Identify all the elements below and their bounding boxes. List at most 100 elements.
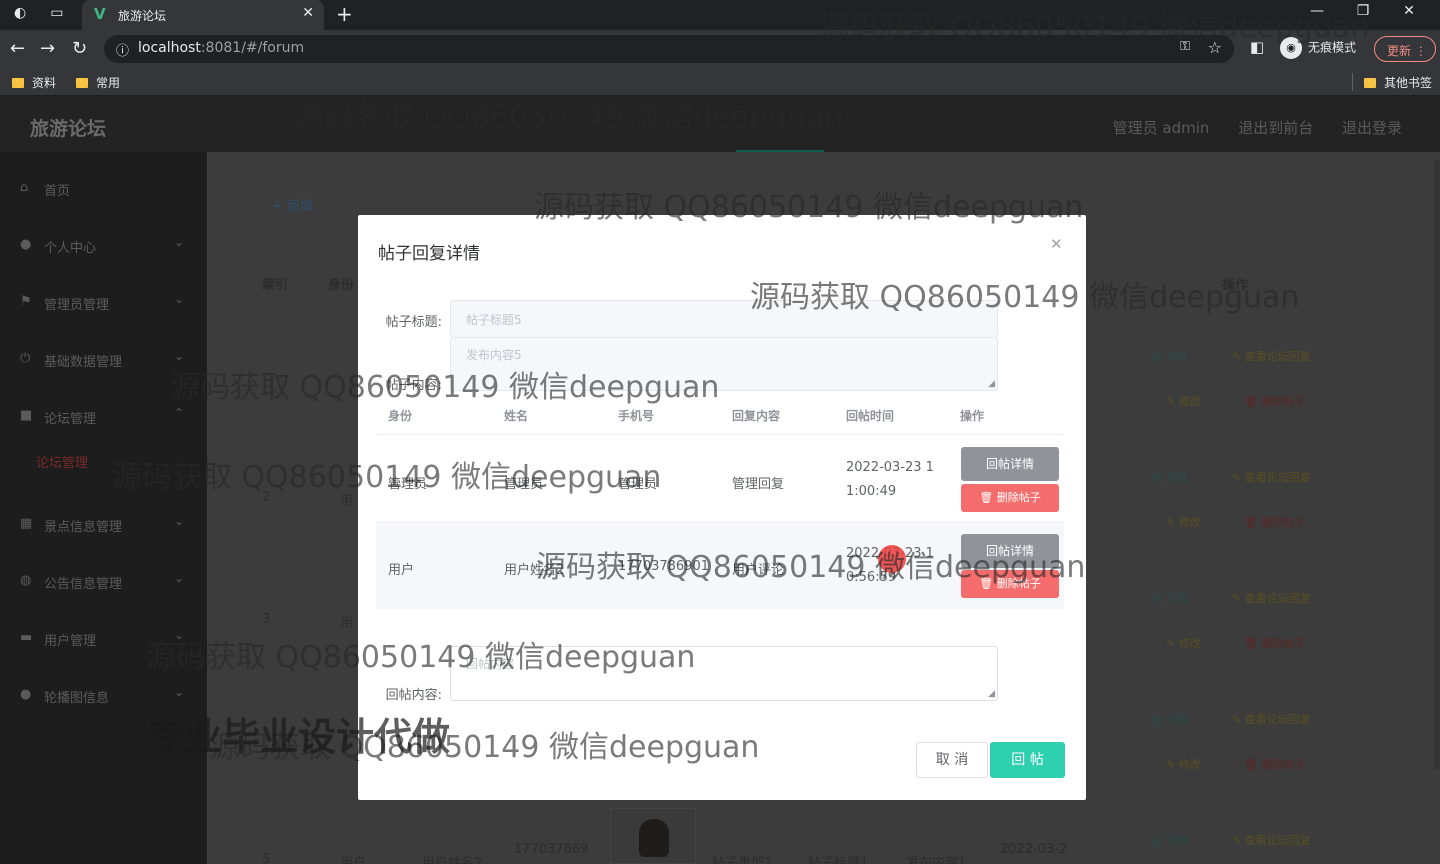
new-tab-icon[interactable]: +: [336, 2, 353, 26]
side-panel-icon[interactable]: ◧: [1250, 38, 1264, 56]
detail-button[interactable]: ▤ 详情: [1152, 590, 1188, 606]
delete-reply-button[interactable]: 🗑 删除帖子: [961, 484, 1059, 512]
column-header-role: 身份: [328, 278, 355, 293]
action-label: 修改: [1178, 758, 1201, 771]
delete-post-button[interactable]: 🗑 删除帖子: [1244, 393, 1305, 409]
update-button[interactable]: 更新 ⋮: [1374, 36, 1436, 62]
flag-icon: ⚑: [20, 294, 32, 309]
detail-button[interactable]: ▤ 详情: [1152, 832, 1188, 848]
table-cell-role: 用户: [340, 856, 367, 864]
page-scrollbar[interactable]: [1434, 160, 1440, 770]
bookmark-star-icon[interactable]: ☆: [1208, 38, 1222, 57]
submit-reply-button[interactable]: 回 帖: [990, 742, 1065, 778]
logout-link[interactable]: 退出登录: [1342, 119, 1402, 137]
action-label: 查看论坛回复: [1244, 834, 1311, 847]
browser-left-icons: ◐ ▭: [14, 5, 87, 21]
home-icon: ⌂: [20, 180, 29, 195]
action-label: 查看论坛回复: [1244, 713, 1311, 726]
action-label: 修改: [1178, 395, 1201, 408]
bookmark-folder[interactable]: 资料: [12, 74, 56, 91]
url-field[interactable]: ⓘ localhost:8081/#/forum ⚿ ☆: [104, 35, 1234, 63]
resize-grip-icon[interactable]: ◢: [988, 689, 995, 699]
delete-reply-button[interactable]: 🗑 删除帖子: [961, 570, 1059, 598]
resize-grip-icon[interactable]: ◢: [988, 379, 995, 389]
other-bookmarks[interactable]: 其他书签: [1364, 74, 1432, 91]
column-header-role: 身份: [388, 409, 413, 423]
table-cell-phone: 177037869: [514, 842, 589, 857]
view-reply-button[interactable]: ✎ 查看论坛回复: [1232, 711, 1311, 727]
back-to-frontend-link[interactable]: 退出到前台: [1238, 119, 1313, 137]
reply-cell-time: 2022-03-23 1: [846, 460, 934, 475]
delete-post-button[interactable]: 🗑 删除帖子: [1244, 756, 1305, 772]
post-title-field[interactable]: 帖子标题5: [450, 300, 998, 338]
table-cell-title: 帖子标题1: [808, 856, 869, 864]
edit-button[interactable]: ✎ 修改: [1166, 393, 1201, 409]
reply-content-textarea[interactable]: 回帖内容 ◢: [450, 646, 998, 701]
sidebar-item-attractions[interactable]: ▦ 景点信息管理 ⌄: [0, 506, 207, 546]
table-cell-index: 2: [262, 490, 271, 505]
view-reply-button[interactable]: ✎ 查看论坛回复: [1232, 832, 1311, 848]
table-cell-role: 用: [340, 494, 354, 509]
reply-cell-phone: 管理员: [618, 477, 658, 492]
reply-cell-role: 管理员: [388, 477, 428, 492]
close-window-icon[interactable]: ✕: [1386, 3, 1432, 19]
reply-cell-time-cont: 1:00:49: [846, 484, 897, 499]
sidebar-item-label: 基础数据管理: [44, 355, 123, 370]
sidebar-item-carousel[interactable]: ● 轮播图信息 ⌄: [0, 677, 207, 717]
column-header-name: 姓名: [504, 409, 529, 423]
delete-post-button[interactable]: 🗑 删除帖子: [1244, 514, 1305, 530]
column-header-actions: 操作: [960, 409, 985, 423]
tab-list-icon[interactable]: ▭: [50, 5, 63, 21]
sidebar-subitem-forum-active[interactable]: 论坛管理: [36, 452, 88, 471]
sidebar-item-notices[interactable]: ◍ 公告信息管理 ⌄: [0, 563, 207, 603]
minimize-icon[interactable]: —: [1294, 3, 1340, 19]
tab-close-icon[interactable]: ✕: [302, 5, 314, 21]
browser-tab[interactable]: V 旅游论坛 ✕: [82, 0, 324, 30]
reply-detail-button[interactable]: 回帖详情: [961, 447, 1059, 481]
sidebar-item-home[interactable]: ⌂ 首页: [0, 170, 207, 210]
reload-icon[interactable]: ↻: [72, 38, 87, 59]
cancel-button[interactable]: 取 消: [916, 742, 988, 778]
sidebar-item-forum[interactable]: ■ 论坛管理 ⌃: [0, 398, 207, 438]
table-cell-type: 帖子类型2: [712, 856, 773, 864]
forward-icon[interactable]: →: [40, 38, 55, 59]
sidebar-item-base-data[interactable]: ⏻ 基础数据管理 ⌄: [0, 341, 207, 381]
add-button[interactable]: + 新增: [272, 195, 313, 214]
tab-title: 旅游论坛: [118, 9, 167, 23]
sidebar-item-profile[interactable]: ● 个人中心 ⌄: [0, 227, 207, 267]
key-icon[interactable]: ⚿: [1180, 39, 1190, 54]
view-reply-button[interactable]: ✎ 查看论坛回复: [1232, 469, 1311, 485]
reply-detail-button[interactable]: 回帖详情: [961, 534, 1059, 568]
back-icon[interactable]: ←: [10, 38, 25, 59]
view-reply-button[interactable]: ✎ 查看论坛回复: [1232, 348, 1311, 364]
user-icon: ●: [20, 687, 32, 702]
bookmark-folder[interactable]: 常用: [76, 74, 120, 91]
incognito-indicator[interactable]: ◉ 无痕模式: [1280, 37, 1356, 59]
edit-button[interactable]: ✎ 修改: [1166, 756, 1201, 772]
edit-button[interactable]: ✎ 修改: [1166, 514, 1201, 530]
site-info-icon[interactable]: ⓘ: [116, 40, 129, 59]
globe-icon: ◍: [20, 573, 32, 588]
reply-content-label: 回帖内容:: [385, 688, 442, 703]
edit-button[interactable]: ✎ 修改: [1166, 635, 1201, 651]
incognito-label: 无痕模式: [1308, 40, 1357, 55]
folder-icon: [1364, 78, 1376, 88]
browser-profile-icon[interactable]: ◐: [14, 5, 26, 21]
sidebar-item-label: 用户管理: [44, 634, 97, 649]
sidebar-item-users[interactable]: ▬ 用户管理 ⌄: [0, 620, 207, 660]
delete-post-button[interactable]: 🗑 删除帖子: [1244, 635, 1305, 651]
column-header-phone: 手机号: [618, 409, 655, 423]
detail-button[interactable]: ▤ 详情: [1152, 469, 1188, 485]
action-label: 删除帖子: [1261, 758, 1306, 771]
detail-button[interactable]: ▤ 详情: [1152, 711, 1188, 727]
view-reply-button[interactable]: ✎ 查看论坛回复: [1232, 590, 1311, 606]
action-label: 详情: [1165, 350, 1188, 363]
sidebar-item-admins[interactable]: ⚑ 管理员管理 ⌄: [0, 284, 207, 324]
chevron-down-icon: ⌄: [174, 292, 185, 306]
restore-icon[interactable]: ❐: [1340, 3, 1386, 19]
reply-cell-content: 管理回复: [732, 477, 785, 492]
post-content-field[interactable]: 发布内容5 ◢: [450, 337, 998, 391]
action-label: 查看论坛回复: [1244, 471, 1311, 484]
detail-button[interactable]: ▤ 详情: [1152, 348, 1188, 364]
close-icon[interactable]: ✕: [1050, 235, 1063, 253]
